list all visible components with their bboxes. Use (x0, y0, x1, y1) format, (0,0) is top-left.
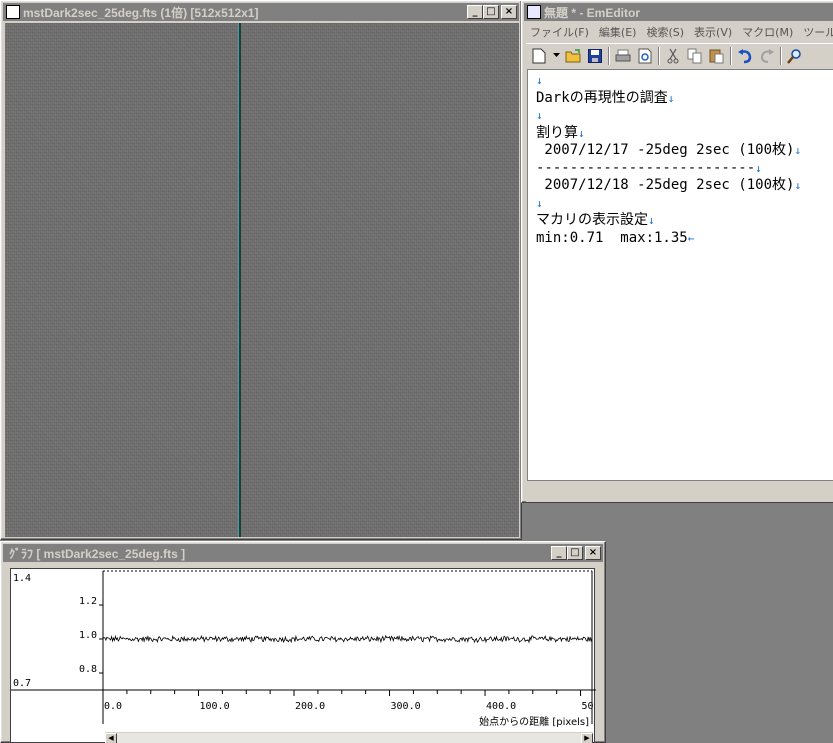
menu-file[interactable]: ファイル(F) (530, 24, 589, 40)
text-line: マカリの表示設定↓ (536, 212, 655, 228)
newline-mark: ↓ (536, 109, 543, 122)
maximize-button[interactable]: □ (567, 546, 583, 560)
text-line: 2007/12/17 -25deg 2sec (100枚)↓ (536, 142, 802, 158)
undo-icon[interactable] (736, 47, 754, 65)
editor-window-titlebar[interactable]: 無題 * - EmEditor (524, 3, 833, 21)
y-range-min-label: 0.7 (13, 678, 31, 689)
editor-window[interactable]: 無題 * - EmEditor ファイル(F) 編集(E) 検索(S) 表示(V… (521, 0, 833, 503)
y-tick-label: 1.2 (79, 596, 97, 607)
maximize-button[interactable]: □ (483, 5, 499, 19)
open-folder-icon[interactable] (564, 47, 582, 65)
graph-horizontal-scrollbar[interactable]: ◀ ▶ (105, 732, 593, 743)
toolbar-separator (608, 46, 610, 65)
emeditor-app-icon (527, 5, 541, 19)
toolbar-separator (780, 46, 782, 65)
print-icon[interactable] (614, 47, 632, 65)
editor-window-title: 無題 * - EmEditor (544, 5, 641, 20)
profile-plot-panel: 1.4 0.7 1.2 1.0 0.8 0.0 100.0 200.0 300.0 400.0 50… (10, 568, 596, 743)
paste-icon[interactable] (708, 47, 726, 65)
newline-mark: ← (687, 231, 695, 245)
text-line: min:0.71 max:1.35← (536, 229, 695, 246)
newline-mark: ↓ (755, 161, 762, 175)
x-tick-label: 400.0 (486, 701, 516, 712)
toolbar-separator (730, 46, 732, 65)
x-tick-label: 50 (582, 701, 594, 712)
x-tick-label: 300.0 (391, 701, 421, 712)
dropdown-arrow-icon[interactable] (552, 47, 560, 65)
x-axis-label: 始点からの距離 [pixels] (479, 715, 589, 728)
image-app-icon (6, 5, 20, 19)
menu-view[interactable]: 表示(V) (694, 24, 732, 40)
editor-toolbar (526, 43, 833, 67)
toolbar-separator (658, 46, 660, 65)
close-button[interactable]: × (585, 546, 601, 560)
newline-mark: ↓ (648, 214, 655, 227)
newline-mark: ↓ (536, 196, 543, 210)
image-window-title: mstDark2sec_25deg.fts (1倍) [512x512x1] (23, 5, 259, 20)
text-line: --------------------------↓ (536, 159, 762, 176)
find-icon[interactable] (786, 47, 804, 65)
graph-window[interactable]: ｸﾞﾗﾌ [ mstDark2sec_25deg.fts ] _ □ × 1.4… (0, 541, 606, 743)
editor-status-bar (526, 483, 833, 502)
menu-tools[interactable]: ツール (803, 24, 833, 40)
new-file-icon[interactable] (530, 47, 548, 65)
image-window-titlebar[interactable]: mstDark2sec_25deg.fts (1倍) [512x512x1] _… (3, 3, 519, 21)
scroll-left-arrow-icon[interactable]: ◀ (105, 733, 117, 743)
x-tick-label: 100.0 (200, 701, 230, 712)
menu-edit[interactable]: 編集(E) (599, 24, 637, 40)
save-icon[interactable] (586, 47, 604, 65)
y-tick-label: 0.8 (79, 664, 97, 675)
minimize-button[interactable]: _ (467, 5, 483, 19)
newline-mark: ↓ (794, 179, 802, 192)
graph-window-titlebar[interactable]: ｸﾞﾗﾌ [ mstDark2sec_25deg.fts ] _ □ × (3, 544, 603, 562)
y-range-max-label: 1.4 (13, 573, 31, 584)
scroll-right-arrow-icon[interactable]: ▶ (581, 733, 593, 743)
redo-icon[interactable] (758, 47, 776, 65)
x-tick-label: 0.0 (104, 701, 122, 712)
newline-mark: ↓ (667, 91, 675, 105)
menu-macro[interactable]: マクロ(M) (742, 24, 793, 40)
text-edit-area[interactable]: ↓ Darkの再現性の調査↓ ↓ 割り算↓ 2007/12/17 -25deg … (527, 69, 833, 481)
text-line: 割り算↓ (536, 124, 585, 141)
copy-icon[interactable] (686, 47, 704, 65)
minimize-button[interactable]: _ (551, 546, 567, 560)
y-tick-label: 1.0 (79, 630, 97, 641)
series-line (102, 634, 593, 644)
close-button[interactable]: × (501, 5, 517, 19)
text-line: ↓ (536, 107, 833, 125)
newline-mark: ↓ (578, 126, 585, 140)
editor-menubar: ファイル(F) 編集(E) 検索(S) 表示(V) マクロ(M) ツール (526, 22, 833, 41)
image-window[interactable]: mstDark2sec_25deg.fts (1倍) [512x512x1] _… (0, 0, 522, 540)
profile-line[interactable] (238, 23, 241, 537)
cut-icon[interactable] (664, 47, 682, 65)
print-preview-icon[interactable] (636, 47, 654, 65)
x-tick-label: 200.0 (295, 701, 325, 712)
text-line: 2007/12/18 -25deg 2sec (100枚)↓ (536, 177, 802, 193)
text-line: ↓ (536, 195, 833, 213)
text-line: Darkの再現性の調査↓ (536, 89, 675, 106)
newline-mark: ↓ (536, 74, 543, 87)
text-line: ↓ (536, 72, 833, 90)
menu-search[interactable]: 検索(S) (646, 24, 684, 40)
graph-window-title: ｸﾞﾗﾌ [ mstDark2sec_25deg.fts ] (9, 546, 186, 561)
newline-mark: ↓ (794, 144, 802, 157)
profile-chart: 1.4 0.7 1.2 1.0 0.8 0.0 100.0 200.0 300.0 400.0 50… (11, 570, 596, 728)
fits-image-canvas[interactable] (5, 23, 519, 537)
